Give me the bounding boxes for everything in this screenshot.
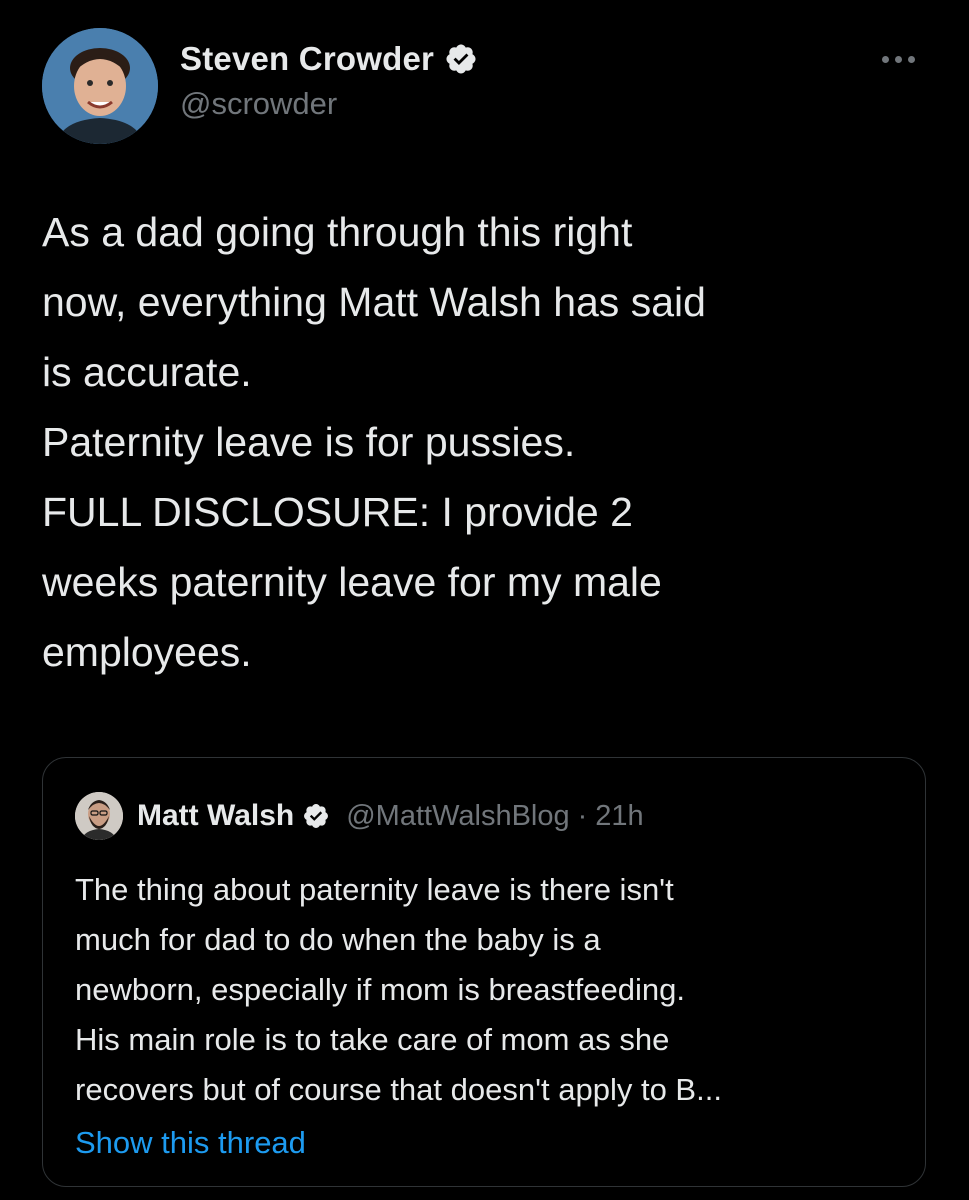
author-name-row: Steven Crowder <box>180 40 478 78</box>
ellipsis-icon <box>907 55 915 63</box>
quoted-author-display-name[interactable]: Matt Walsh <box>137 799 294 833</box>
more-options-button[interactable] <box>870 42 926 76</box>
quoted-tweet-card[interactable]: Matt Walsh @MattWalshBlog · 21h The thin… <box>42 757 926 1187</box>
ellipsis-icon <box>881 55 889 63</box>
ellipsis-icon <box>894 55 902 63</box>
quoted-tweet-text: The thing about paternity leave is there… <box>75 872 722 1107</box>
quoted-tweet-timestamp[interactable]: 21h <box>595 800 643 833</box>
author-display-name[interactable]: Steven Crowder <box>180 40 434 78</box>
show-thread-link[interactable]: Show this thread <box>75 1125 306 1161</box>
author-avatar[interactable] <box>42 28 158 144</box>
quoted-tweet-header: Matt Walsh @MattWalshBlog · 21h <box>75 792 644 840</box>
verified-badge-icon <box>444 42 478 76</box>
separator-dot: · <box>577 799 588 832</box>
author-handle[interactable]: @scrowder <box>180 86 337 122</box>
quoted-author-handle[interactable]: @MattWalshBlog <box>346 800 569 833</box>
tweet: Steven Crowder @scrowder As a dad going … <box>0 0 969 1200</box>
quoted-author-avatar[interactable] <box>75 792 123 840</box>
avatar-photo-icon <box>42 28 158 144</box>
tweet-text: As a dad going through this right now, e… <box>42 209 706 675</box>
verified-badge-icon <box>302 802 330 830</box>
avatar-photo-icon <box>75 792 123 840</box>
